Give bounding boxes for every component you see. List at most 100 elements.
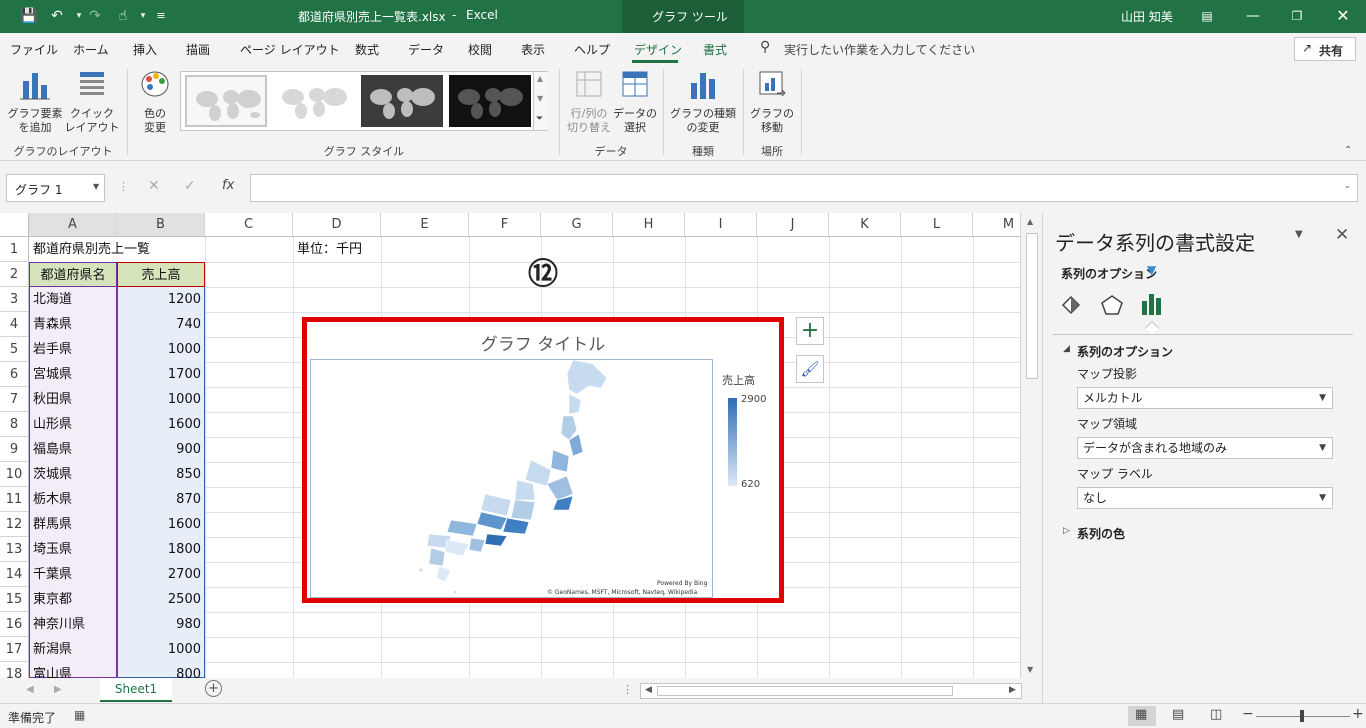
row-header[interactable]: 17 (0, 637, 29, 662)
insert-function-icon[interactable]: fx (222, 178, 234, 193)
cell-sales[interactable]: 1600 (117, 412, 205, 437)
chart-style-4[interactable] (449, 75, 531, 127)
row-header[interactable]: 7 (0, 387, 29, 412)
expand-triangle-icon[interactable]: ◢ (1063, 344, 1070, 354)
tab-home[interactable]: ホーム (73, 41, 109, 58)
cell-sales[interactable]: 900 (117, 437, 205, 462)
cell-sales[interactable]: 1800 (117, 537, 205, 562)
column-header-h[interactable]: H (613, 213, 685, 237)
ribbon-display-icon[interactable]: ▤ (1198, 7, 1216, 25)
tab-formulas[interactable]: 数式 (355, 41, 379, 58)
user-name[interactable]: 山田 知美 (1121, 8, 1173, 25)
save-icon[interactable]: 💾 (20, 7, 38, 25)
column-header-b[interactable]: B (117, 213, 205, 237)
cell-prefecture[interactable]: 新潟県 (29, 637, 117, 662)
cell-sales[interactable]: 1000 (117, 637, 205, 662)
row-header[interactable]: 11 (0, 487, 29, 512)
undo-icon[interactable]: ↶ (48, 7, 66, 25)
collapsed-triangle-icon[interactable]: ▷ (1063, 526, 1070, 536)
column-header-l[interactable]: L (901, 213, 973, 237)
cell-b2-header[interactable]: 売上高 (117, 262, 205, 287)
plot-area[interactable]: Powered By Bing © GeoNames, MSFT, Micros… (310, 359, 713, 598)
tab-help[interactable]: ヘルプ (574, 41, 610, 58)
minimize-icon[interactable]: — (1244, 7, 1262, 25)
row-header[interactable]: 12 (0, 512, 29, 537)
series-options-chart-icon[interactable] (1139, 291, 1165, 317)
tab-split-grip-icon[interactable]: ⋮ (622, 683, 633, 696)
cell-sales[interactable]: 2500 (117, 587, 205, 612)
tell-me-input[interactable]: 実行したい作業を入力してください (784, 41, 975, 58)
row-header[interactable]: 2 (0, 262, 29, 287)
column-header-k[interactable]: K (829, 213, 901, 237)
sheet-tab-sheet1[interactable]: Sheet1 (100, 678, 172, 702)
column-header-m[interactable]: M (973, 213, 1020, 237)
cell-d1-unit[interactable]: 単位：千円 (293, 237, 393, 262)
tab-file[interactable]: ファイル (10, 41, 58, 58)
cell-prefecture[interactable]: 富山県 (29, 662, 117, 678)
chart-elements-button[interactable]: + (796, 317, 824, 345)
cell-prefecture[interactable]: 山形県 (29, 412, 117, 437)
row-header[interactable]: 10 (0, 462, 29, 487)
cell-sales[interactable]: 870 (117, 487, 205, 512)
cell-sales[interactable]: 980 (117, 612, 205, 637)
row-header[interactable]: 3 (0, 287, 29, 312)
series-options-dropdown-icon[interactable]: ▼ (1147, 263, 1156, 277)
close-icon[interactable]: ✕ (1334, 7, 1352, 25)
tab-draw[interactable]: 描画 (186, 41, 210, 58)
share-button[interactable]: ↗ 共有 (1294, 37, 1356, 61)
fill-line-icon[interactable] (1059, 293, 1085, 317)
pane-options-dropdown-icon[interactable]: ▼ (1295, 229, 1303, 240)
vertical-scrollbar[interactable]: ▲ ▼ (1020, 213, 1042, 678)
tab-insert[interactable]: 挿入 (133, 41, 157, 58)
cell-sales[interactable]: 1000 (117, 387, 205, 412)
collapse-ribbon-icon[interactable]: ⌃ (1344, 145, 1352, 156)
gallery-more-icon[interactable]: ⏷ (536, 114, 543, 124)
map-labels-dropdown[interactable]: なし ▼ (1077, 487, 1333, 509)
row-header[interactable]: 13 (0, 537, 29, 562)
tab-page-layout[interactable]: ページ レイアウト (240, 41, 340, 58)
row-header[interactable]: 8 (0, 412, 29, 437)
column-header-j[interactable]: J (757, 213, 829, 237)
chart-title[interactable]: グラフ タイトル (307, 330, 779, 355)
row-header[interactable]: 4 (0, 312, 29, 337)
cell-a2-header[interactable]: 都道府県名 (29, 262, 117, 287)
chart-styles-gallery[interactable]: ▲ ▼ ⏷ (180, 71, 548, 131)
map-area-dropdown[interactable]: データが含まれる地域のみ ▼ (1077, 437, 1333, 459)
name-box-dropdown-icon[interactable]: ▼ (93, 182, 99, 191)
row-header[interactable]: 14 (0, 562, 29, 587)
row-header[interactable]: 16 (0, 612, 29, 637)
cell-sales[interactable]: 1700 (117, 362, 205, 387)
cell-prefecture[interactable]: 岩手県 (29, 337, 117, 362)
series-options-menu[interactable]: 系列のオプション (1061, 265, 1157, 282)
worksheet-grid[interactable]: A B C D E F G H I J K L M 1 2 3 4 5 6 7 … (0, 213, 1020, 678)
move-chart-button[interactable]: グラフの 移動 (748, 67, 796, 141)
scroll-up-icon[interactable]: ▲ (1027, 217, 1033, 226)
zoom-slider-thumb[interactable] (1300, 710, 1304, 722)
cell-prefecture[interactable]: 秋田県 (29, 387, 117, 412)
cell-sales[interactable]: 850 (117, 462, 205, 487)
cell-prefecture[interactable]: 栃木県 (29, 487, 117, 512)
macro-record-icon[interactable]: ▦ (74, 708, 85, 722)
prev-sheet-icon[interactable]: ◀ (26, 684, 34, 695)
page-break-view-icon[interactable]: ◫ (1210, 707, 1222, 722)
chart-styles-brush-button[interactable]: 🖌 (796, 355, 824, 383)
column-header-c[interactable]: C (205, 213, 293, 237)
cell-prefecture[interactable]: 千葉県 (29, 562, 117, 587)
scroll-thumb[interactable] (1026, 233, 1038, 379)
chart-style-1[interactable] (185, 75, 267, 127)
color-scale-legend[interactable]: 売上高 2900 620 (719, 372, 775, 502)
cell-prefecture[interactable]: 茨城県 (29, 462, 117, 487)
cell-prefecture[interactable]: 神奈川県 (29, 612, 117, 637)
restore-icon[interactable]: ❐ (1288, 7, 1306, 25)
scroll-down-icon[interactable]: ▼ (1027, 665, 1033, 674)
cell-sales[interactable]: 1600 (117, 512, 205, 537)
chart-style-2[interactable] (273, 75, 355, 127)
scroll-left-icon[interactable]: ◀ (645, 685, 652, 695)
projection-dropdown[interactable]: メルカトル ▼ (1077, 387, 1333, 409)
hscroll-thumb[interactable] (657, 686, 953, 696)
scroll-up-icon[interactable]: ▲ (537, 74, 543, 83)
expand-formula-icon[interactable]: ⌄ (1343, 181, 1351, 191)
page-layout-view-icon[interactable]: ▤ (1172, 707, 1184, 722)
quick-layout-button[interactable]: クイック レイアウト (62, 67, 122, 141)
chart-style-3[interactable] (361, 75, 443, 127)
